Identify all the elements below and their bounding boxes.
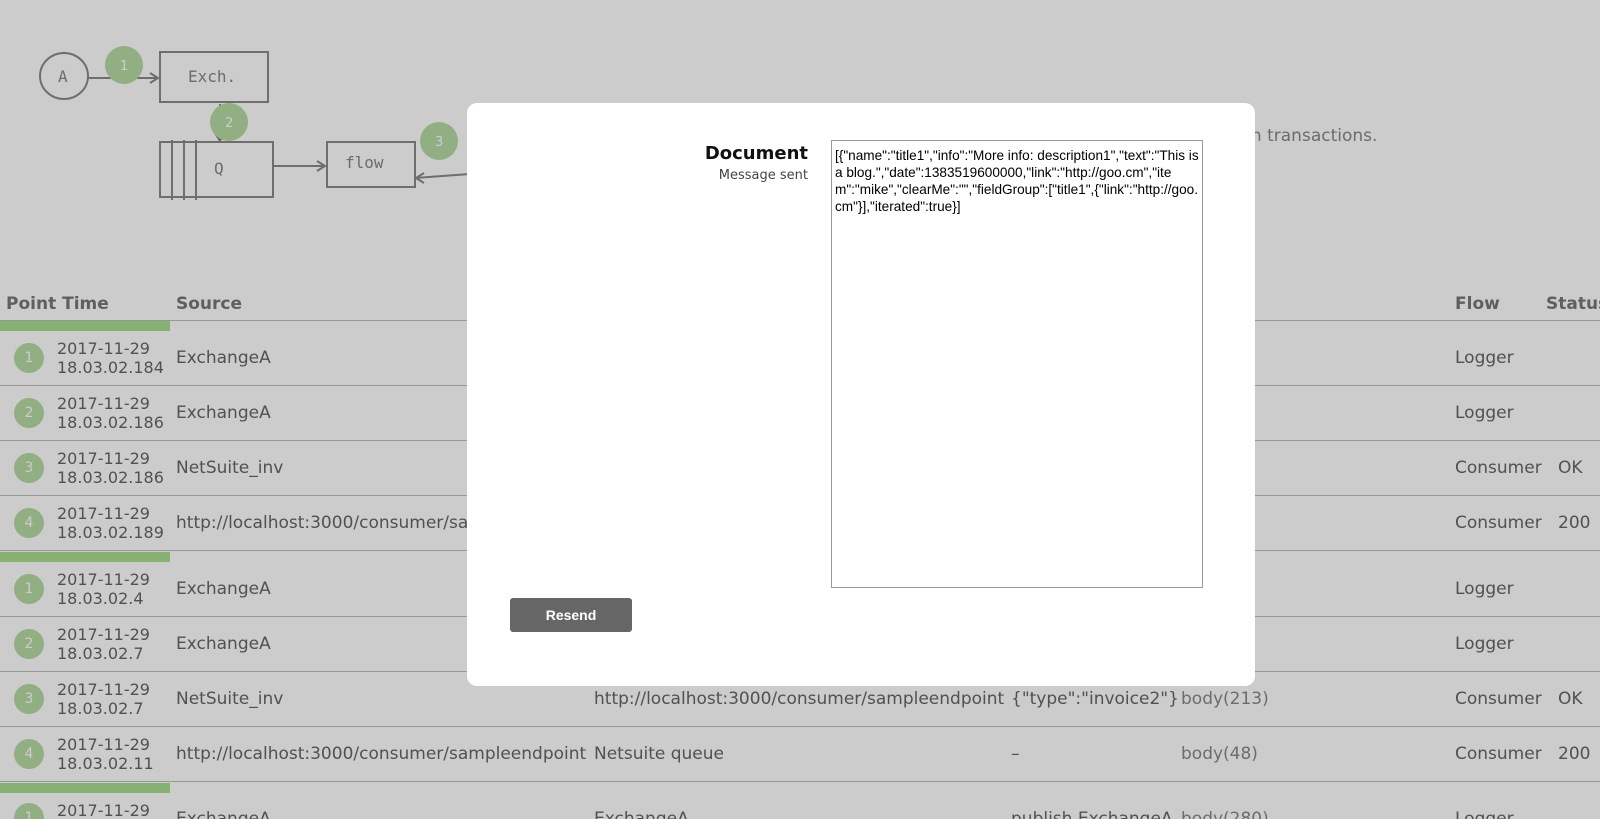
document-modal: Document Message sent [{"name":"title1",…	[467, 103, 1255, 686]
document-subtitle: Message sent	[718, 168, 808, 183]
document-title: Document	[704, 143, 808, 164]
document-textarea[interactable]: [{"name":"title1","info":"More info: des…	[831, 140, 1203, 588]
resend-button[interactable]: Resend	[510, 598, 632, 632]
